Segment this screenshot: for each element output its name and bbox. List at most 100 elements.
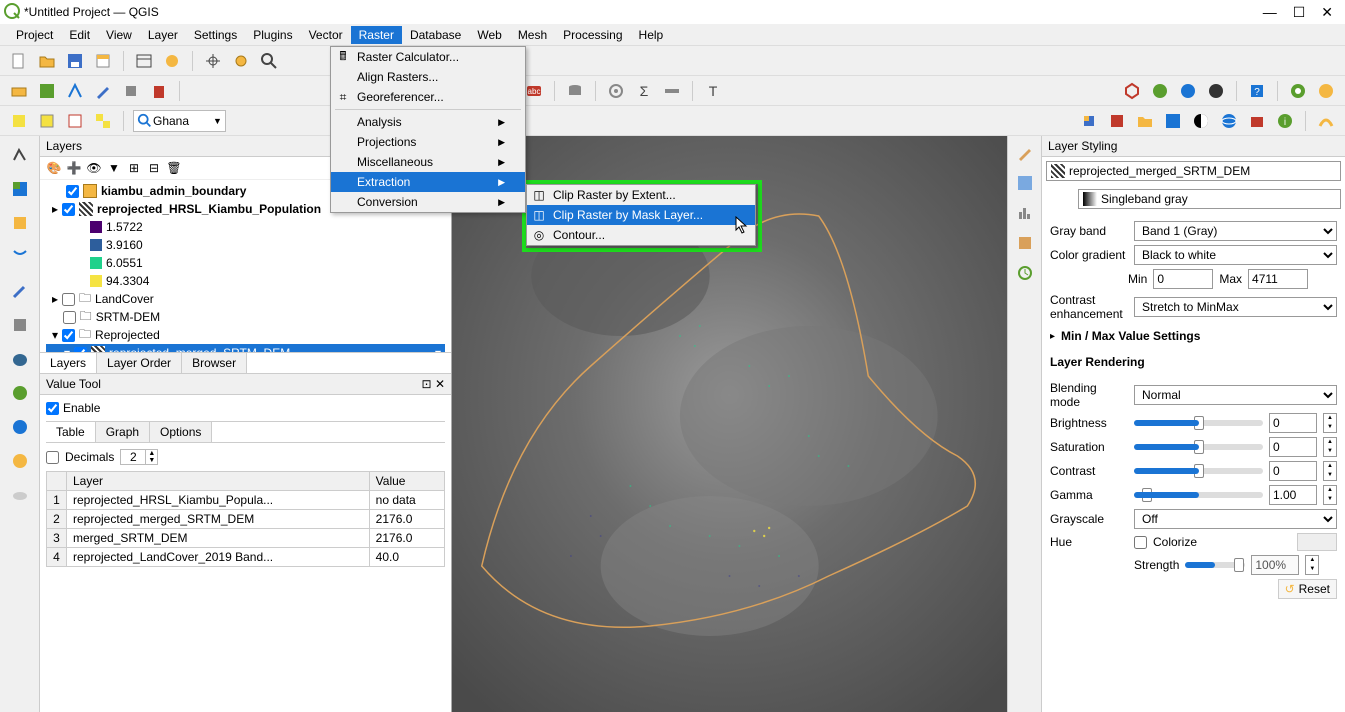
reset-button[interactable]: ↺Reset — [1278, 579, 1337, 599]
histogram-icon[interactable] — [1014, 202, 1036, 224]
renderer-selector[interactable]: Singleband gray — [1078, 189, 1341, 209]
saturation-input[interactable] — [1269, 437, 1317, 457]
pan-button[interactable] — [202, 50, 224, 72]
wcs-icon[interactable] — [7, 448, 33, 474]
tab-options[interactable]: Options — [150, 422, 212, 442]
new-shapefile-button[interactable] — [64, 80, 86, 102]
colorize-checkbox[interactable] — [1134, 536, 1147, 549]
label-red-button[interactable]: abc — [523, 80, 545, 102]
menu-georeferencer[interactable]: ⌗Georeferencer... — [331, 87, 525, 107]
remove-icon[interactable]: 🗑 — [166, 160, 182, 176]
menu-edit[interactable]: Edit — [61, 26, 98, 44]
gear-button[interactable] — [605, 80, 627, 102]
add-group-icon[interactable]: ➕ — [66, 160, 82, 176]
menu-analysis[interactable]: Analysis▶ — [331, 112, 525, 132]
layer-chk[interactable] — [62, 293, 75, 306]
globe-button[interactable] — [1218, 110, 1240, 132]
new-print-layout-button[interactable] — [92, 50, 114, 72]
menu-database[interactable]: Database — [402, 26, 469, 44]
layer-chk[interactable] — [63, 311, 76, 324]
spinner[interactable]: ▲▼ — [1323, 413, 1337, 433]
curve-button[interactable] — [1315, 110, 1337, 132]
saturation-slider[interactable] — [1134, 444, 1263, 450]
add-vector-button[interactable] — [8, 80, 30, 102]
color-picker[interactable] — [1297, 533, 1337, 551]
collapse-icon[interactable]: ⊟ — [146, 160, 162, 176]
close-panel-icon[interactable]: ✕ — [435, 377, 445, 391]
info-button[interactable]: i — [1274, 110, 1296, 132]
menu-clip-by-mask[interactable]: ◫Clip Raster by Mask Layer... — [527, 205, 755, 225]
select-all-button[interactable] — [92, 110, 114, 132]
undock-icon[interactable]: ⊡ — [422, 377, 432, 391]
tab-browser[interactable]: Browser — [182, 353, 247, 373]
gamma-slider[interactable] — [1134, 492, 1263, 498]
brightness-slider[interactable] — [1134, 420, 1263, 426]
zoom-in-button[interactable] — [258, 50, 280, 72]
menu-web[interactable]: Web — [469, 26, 509, 44]
wfs-icon[interactable] — [7, 414, 33, 440]
tab-layer-order[interactable]: Layer Order — [97, 353, 182, 373]
color-gradient-select[interactable]: Black to white — [1134, 245, 1337, 265]
save-project-button[interactable] — [64, 50, 86, 72]
menu-raster[interactable]: Raster — [351, 26, 402, 44]
raster-tool-button[interactable] — [1162, 110, 1184, 132]
folder-button[interactable] — [1134, 110, 1156, 132]
minimize-button[interactable]: — — [1263, 4, 1277, 21]
osm-load-button[interactable] — [1315, 80, 1337, 102]
spinner[interactable]: ▲▼ — [1323, 437, 1337, 457]
spinner[interactable]: ▲▼ — [1305, 555, 1319, 575]
gray-band-select[interactable]: Band 1 (Gray) — [1134, 221, 1337, 241]
menu-miscellaneous[interactable]: Miscellaneous▶ — [331, 152, 525, 172]
cloud-icon[interactable] — [7, 482, 33, 508]
location-combo[interactable]: ▼ — [133, 110, 226, 132]
menu-conversion[interactable]: Conversion▶ — [331, 192, 525, 212]
text-button[interactable]: T — [702, 80, 724, 102]
table-row[interactable]: 4reprojected_LandCover_2019 Band...40.0 — [47, 548, 445, 567]
contrast-input[interactable] — [1269, 461, 1317, 481]
edit-button[interactable] — [92, 80, 114, 102]
layer-chk[interactable] — [66, 185, 79, 198]
spatialite-icon[interactable] — [7, 312, 33, 338]
menu-contour[interactable]: ◎Contour... — [527, 225, 755, 245]
select-button[interactable] — [8, 110, 30, 132]
globe-green-button[interactable] — [1149, 80, 1171, 102]
postgis-icon[interactable] — [7, 278, 33, 304]
enable-checkbox[interactable]: Enable — [46, 401, 445, 415]
layer-chk[interactable] — [62, 203, 75, 216]
table-row[interactable]: 1reprojected_HRSL_Kiambu_Popula...no dat… — [47, 491, 445, 510]
measure-button[interactable] — [661, 80, 683, 102]
vector-layer-icon[interactable] — [7, 142, 33, 168]
menu-settings[interactable]: Settings — [186, 26, 245, 44]
maximize-button[interactable]: ☐ — [1293, 4, 1306, 21]
contrast-button[interactable] — [1190, 110, 1212, 132]
menu-project[interactable]: Project — [8, 26, 61, 44]
hexagon-button[interactable] — [1121, 80, 1143, 102]
help-button[interactable]: ? — [1246, 80, 1268, 102]
grayscale-select[interactable]: Off — [1134, 509, 1337, 529]
python-button[interactable] — [1078, 110, 1100, 132]
pan-selection-button[interactable] — [230, 50, 252, 72]
menu-view[interactable]: View — [98, 26, 140, 44]
table-row[interactable]: 2reprojected_merged_SRTM_DEM2176.0 — [47, 510, 445, 529]
contrast-slider[interactable] — [1134, 468, 1263, 474]
sigma-button[interactable]: Σ — [633, 80, 655, 102]
chip-button[interactable] — [120, 80, 142, 102]
menu-mesh[interactable]: Mesh — [510, 26, 555, 44]
max-input[interactable] — [1248, 269, 1308, 289]
expand-icon[interactable]: ⊞ — [126, 160, 142, 176]
decimals-spinner[interactable]: ▲▼ — [120, 449, 158, 465]
brightness-input[interactable] — [1269, 413, 1317, 433]
col-value[interactable]: Value — [369, 472, 444, 491]
menu-help[interactable]: Help — [631, 26, 672, 44]
wms-icon[interactable] — [7, 380, 33, 406]
menu-layer[interactable]: Layer — [140, 26, 186, 44]
style-icon[interactable]: 🎨 — [46, 160, 62, 176]
table-row[interactable]: 3merged_SRTM_DEM2176.0 — [47, 529, 445, 548]
eye-icon[interactable]: 👁 — [86, 160, 102, 176]
blending-select[interactable]: Normal — [1134, 385, 1337, 405]
globe-blue-button[interactable] — [1177, 80, 1199, 102]
osm-button[interactable] — [1287, 80, 1309, 102]
menu-extraction[interactable]: Extraction▶ — [331, 172, 525, 192]
rendering-icon[interactable] — [1014, 232, 1036, 254]
location-input[interactable] — [153, 114, 213, 128]
